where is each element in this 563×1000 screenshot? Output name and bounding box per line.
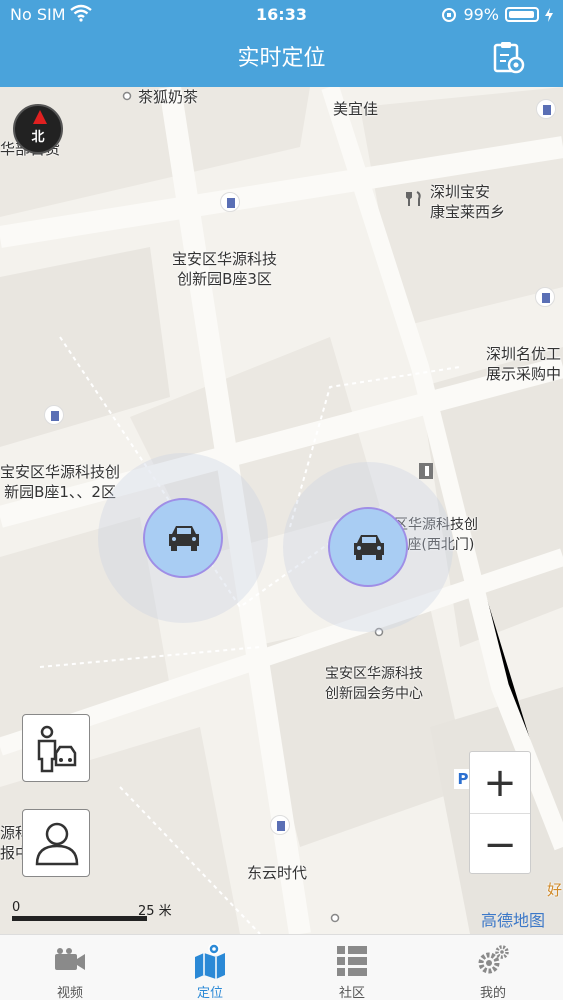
map-label[interactable]: 茶狐奶茶 [138, 87, 198, 107]
zoom-in-button[interactable]: + [470, 752, 530, 813]
scale-zero: 0 [12, 900, 21, 915]
zoom-controls: + − [469, 751, 531, 874]
utensils-icon[interactable] [405, 190, 423, 208]
tab-label: 社区 [338, 986, 365, 1000]
tab-label: 我的 [479, 986, 506, 1000]
building-icon[interactable] [270, 815, 290, 835]
map-label-line: 宝安区华源科技 [325, 666, 423, 682]
map-label-line: 深圳名优工 [486, 345, 562, 363]
location-dot-icon [122, 91, 132, 101]
map-label[interactable]: 美宜佳 [333, 99, 378, 119]
vehicle-marker[interactable] [328, 507, 408, 587]
person-and-car-button[interactable] [22, 714, 90, 782]
rotation-lock-icon [442, 7, 457, 22]
tab-label: 定位 [196, 986, 223, 1000]
status-right: 99% [441, 5, 553, 24]
battery-percent: 99% [463, 5, 499, 24]
list-icon [337, 946, 367, 976]
tab-mine[interactable]: 我的 [423, 935, 563, 1000]
compass-label: 北 [31, 130, 45, 145]
battery-icon [505, 7, 539, 22]
zoom-out-button[interactable]: − [470, 814, 530, 875]
car-icon [354, 535, 384, 560]
compass-needle [33, 110, 47, 124]
gears-icon [478, 945, 509, 974]
charging-icon [545, 7, 553, 22]
map-label-line: 深圳宝安 [430, 183, 491, 201]
car-icon [169, 526, 199, 551]
map-label[interactable]: 宝安区华源科技 创新园会务中心 [325, 664, 423, 704]
map-label-line: 创新园会务中心 [325, 686, 423, 702]
user-button[interactable] [22, 809, 90, 877]
user-icon [35, 822, 79, 866]
map-label-line: 创新园B座3区 [177, 270, 272, 288]
header-bar: No SIM 16:33 99% 实时定位 [0, 0, 563, 87]
building-icon[interactable] [220, 192, 240, 212]
map-brand-logo: 高德地图 [480, 911, 545, 930]
map-label[interactable]: 深圳名优工 展示采购中 [486, 344, 561, 384]
compass-icon[interactable]: 北 [13, 104, 63, 154]
map-label[interactable]: 宝安区华源科技创 新园B座1、、2区 [0, 462, 120, 502]
shop-icon[interactable] [536, 99, 556, 119]
status-bar: No SIM 16:33 99% [0, 0, 563, 30]
tab-video[interactable]: 视频 [0, 935, 140, 1000]
location-dot-icon [330, 913, 340, 923]
map-pin-icon [195, 943, 225, 979]
tab-bar: 视频 定位 社区 我的 [0, 934, 563, 1000]
map-label-line: 新园B座1、、2区 [4, 483, 116, 501]
map-label-line: 展示采购中 [486, 365, 562, 383]
map-scale: 0 25 米 [12, 900, 172, 919]
tab-community[interactable]: 社区 [282, 935, 422, 1000]
scale-bar [12, 916, 147, 921]
clipboard-settings-icon[interactable] [491, 40, 525, 74]
building-icon[interactable] [44, 405, 64, 425]
map-label[interactable]: 宝安区华源科技 创新园B座3区 [172, 249, 277, 289]
page-title: 实时定位 [237, 46, 326, 71]
vehicle-marker[interactable] [143, 498, 223, 578]
video-camera-icon [55, 948, 85, 970]
map-label-line: 宝安区华源科技 [172, 250, 278, 268]
building-icon[interactable] [535, 287, 555, 307]
person-car-icon [37, 725, 77, 773]
map-label[interactable]: 好 [547, 880, 562, 900]
map-label[interactable]: 深圳宝安 康宝莱西乡 [430, 182, 505, 222]
tab-label: 视频 [56, 986, 83, 1000]
map-label[interactable]: 东云时代 [247, 863, 307, 883]
entrance-icon[interactable] [418, 462, 434, 480]
tab-location[interactable]: 定位 [140, 935, 280, 1000]
map-label-line: 宝安区华源科技创 [0, 463, 121, 481]
map-label-line: 康宝莱西乡 [430, 203, 506, 221]
